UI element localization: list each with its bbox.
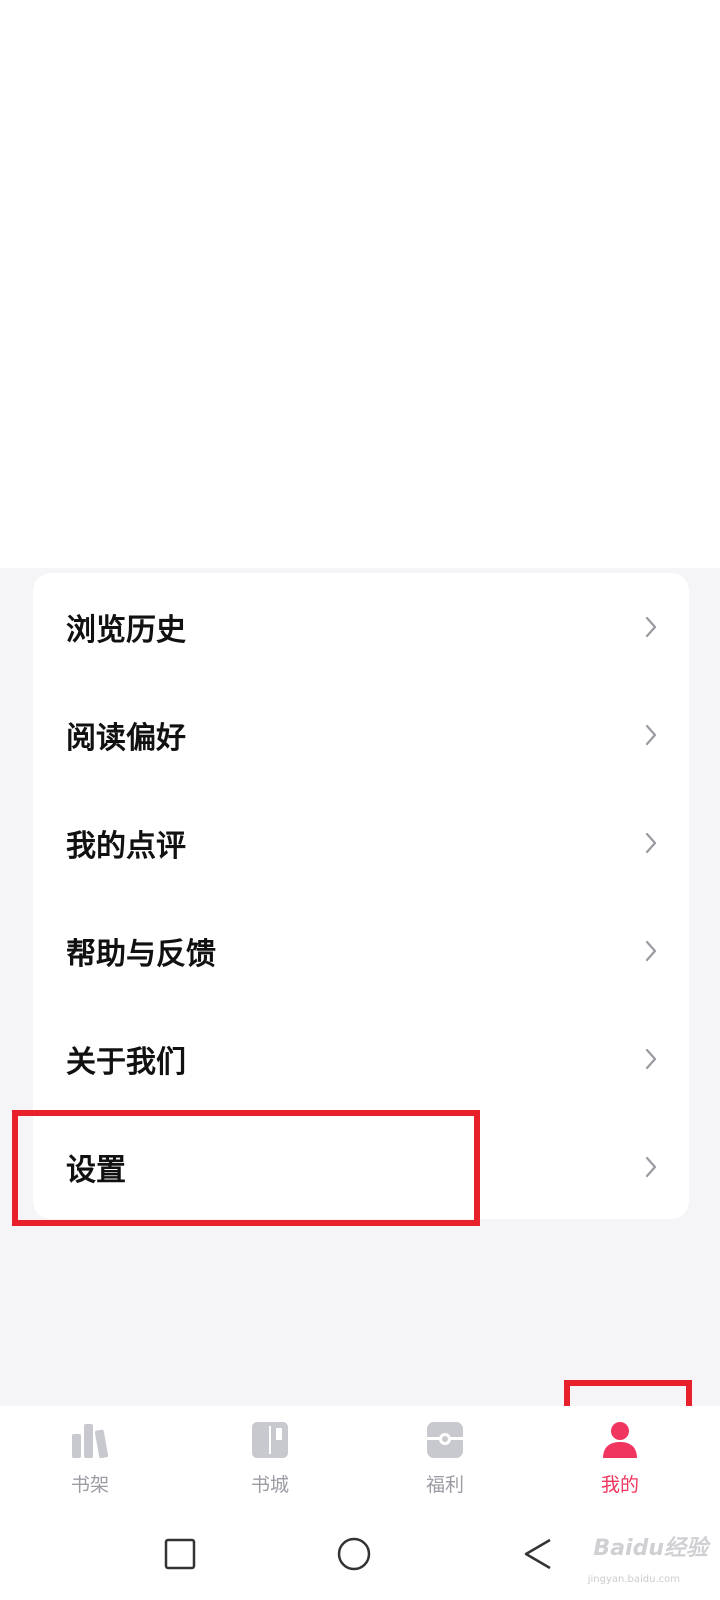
bookshelf-icon [72,1424,109,1459]
menu-item-browse-history[interactable]: 浏览历史 [33,573,689,681]
gift-icon [427,1422,463,1458]
profile-icon [603,1422,637,1458]
menu-item-about-us[interactable]: 关于我们 [33,1005,689,1113]
chevron-right-icon [645,832,657,854]
menu-item-label: 我的点评 [66,829,186,864]
chevron-right-icon [645,1048,657,1070]
tab-label: 我的 [600,1474,639,1496]
chevron-right-icon [645,616,657,638]
menu-item-reading-preference[interactable]: 阅读偏好 [33,681,689,789]
tab-welfare[interactable]: 福利 [385,1406,505,1516]
menu-item-label: 浏览历史 [66,613,186,648]
tab-profile[interactable]: 我的 [560,1406,680,1516]
tab-bookshelf[interactable]: 书架 [30,1406,150,1516]
chevron-right-icon [645,940,657,962]
menu-item-label: 阅读偏好 [66,721,186,756]
bookstore-icon [252,1422,288,1458]
watermark-logo: Baidu经验 [593,1536,708,1561]
blank-header-area [0,0,720,568]
menu-item-label: 关于我们 [66,1045,186,1080]
tab-label: 书架 [70,1474,109,1496]
back-icon[interactable] [518,1534,558,1574]
menu-item-my-reviews[interactable]: 我的点评 [33,789,689,897]
bottom-tab-bar: 书架 书城 福利 我的 [0,1406,720,1516]
home-icon[interactable] [334,1534,374,1574]
watermark-url: jingyan.baidu.com [587,1574,680,1585]
tab-bookstore[interactable]: 书城 [210,1406,330,1516]
tab-label: 福利 [425,1474,464,1496]
menu-item-help-feedback[interactable]: 帮助与反馈 [33,897,689,1005]
tab-label: 书城 [250,1474,289,1496]
chevron-right-icon [645,1156,657,1178]
settings-highlight-box [12,1110,480,1226]
recent-apps-icon[interactable] [160,1534,200,1574]
chevron-right-icon [645,724,657,746]
menu-item-label: 帮助与反馈 [66,937,216,972]
